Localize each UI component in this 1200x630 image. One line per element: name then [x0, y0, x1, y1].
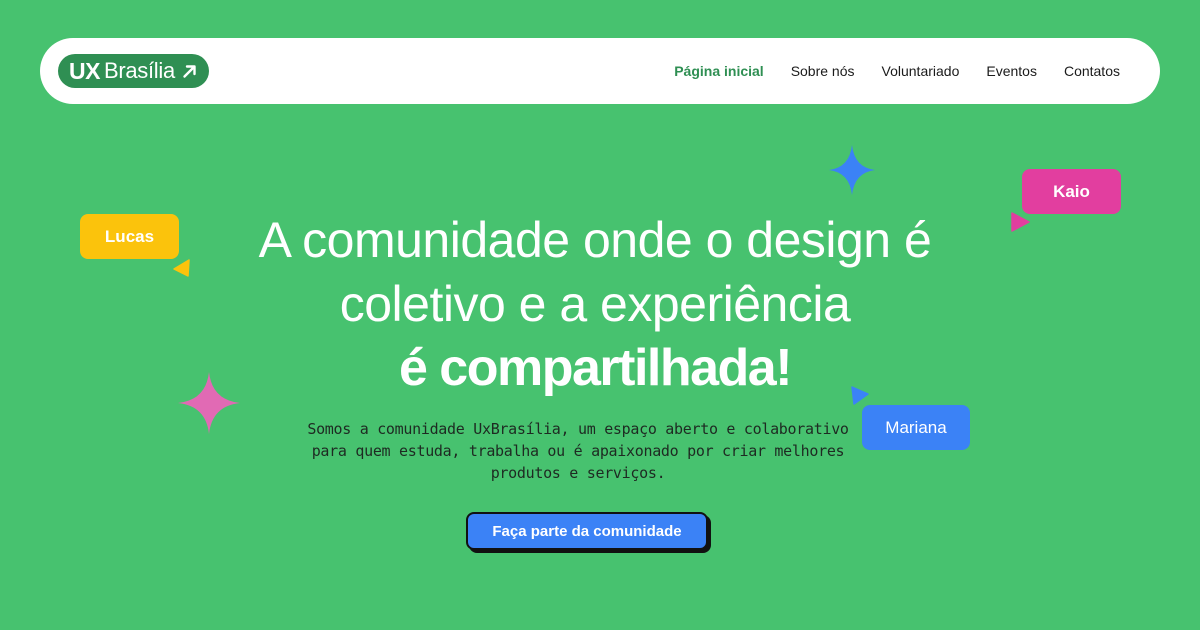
logo[interactable]: UX Brasília — [58, 54, 209, 88]
nav-link-eventos[interactable]: Eventos — [986, 63, 1037, 79]
hero-title-line-2: coletivo e a experiência — [339, 276, 851, 332]
nav-link-voluntariado[interactable]: Voluntariado — [882, 63, 960, 79]
tag-mariana-label: Mariana — [885, 417, 947, 437]
hero-title: A comunidade onde o design é coletivo e … — [100, 208, 1090, 400]
tag-mariana: Mariana — [862, 405, 970, 450]
hero-description: Somos a comunidade UxBrasília, um espaço… — [307, 420, 849, 482]
hero-title-line-1: A comunidade onde o design é — [258, 212, 932, 268]
nav-links: Página inicial Sobre nós Voluntariado Ev… — [674, 38, 1120, 104]
join-community-button[interactable]: Faça parte da comunidade — [466, 512, 708, 550]
nav-link-sobre-nos[interactable]: Sobre nós — [791, 63, 855, 79]
nav-link-pagina-inicial[interactable]: Página inicial — [674, 63, 763, 79]
arrow-up-right-icon — [182, 64, 197, 79]
logo-ux-text: UX — [69, 57, 100, 84]
nav-link-contatos[interactable]: Contatos — [1064, 63, 1120, 79]
hero-title-line-3: é compartilhada! — [398, 339, 793, 397]
navbar: UX Brasília Página inicial Sobre nós Vol… — [40, 38, 1160, 104]
tag-kaio-label: Kaio — [1053, 181, 1090, 201]
logo-brasilia-text: Brasília — [103, 58, 175, 83]
sparkle-blue-icon — [829, 145, 875, 195]
